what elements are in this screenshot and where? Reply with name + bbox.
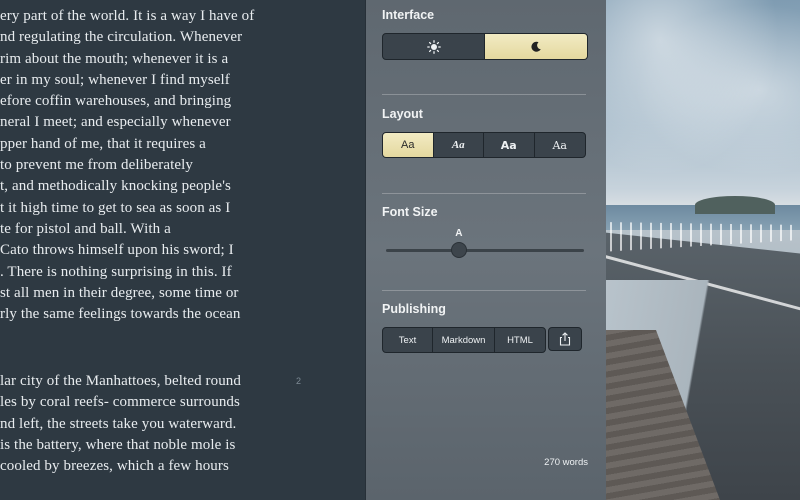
editor-line: nd left, the streets take you waterward.	[0, 415, 237, 432]
editor-line: Cato throws himself upon his sword; I	[0, 242, 234, 259]
editor-paragraph-1: ery part of the world. It is a way I hav…	[0, 6, 366, 325]
divider	[382, 290, 586, 291]
editor-line: to prevent me from deliberately	[0, 157, 194, 174]
interface-toggle	[382, 33, 588, 60]
interface-section-title: Interface	[382, 8, 435, 22]
editor-line: rim about the mouth; whenever it is a	[0, 50, 229, 67]
editor-line: ery part of the world. It is a way I hav…	[0, 8, 255, 24]
font-size-slider-knob[interactable]	[451, 242, 468, 258]
editor-line: te for pistol and ball. With a	[0, 220, 171, 237]
layout-section-title: Layout	[382, 107, 423, 121]
editor-line: lar city of the Manhattoes, belted round	[0, 373, 242, 389]
editor-line: . There is nothing surprising in this. I…	[0, 263, 232, 280]
editor-line: t, and methodically knocking people's	[0, 178, 231, 195]
editor-text-area[interactable]: ery part of the world. It is a way I hav…	[0, 0, 366, 500]
light-mode-button[interactable]	[383, 34, 485, 59]
font-size-slider-track[interactable]	[386, 249, 584, 252]
editor-line: efore coffin warehouses, and bringing	[0, 93, 232, 110]
editor-line: cooled by breezes, which a few hours	[0, 458, 229, 475]
share-icon	[559, 332, 571, 346]
editor-line: pper hand of me, that it requires a	[0, 135, 206, 152]
layout-option-4[interactable]: Aa	[535, 133, 586, 157]
publish-html-button[interactable]: HTML	[495, 328, 545, 352]
dark-mode-button[interactable]	[485, 34, 587, 59]
layout-option-1[interactable]: Aa	[383, 133, 434, 157]
publish-markdown-button[interactable]: Markdown	[433, 328, 495, 352]
editor-line: rly the same feelings towards the ocean	[0, 306, 241, 323]
editor-line: t it high time to get to sea as soon as …	[0, 199, 231, 216]
publish-text-button[interactable]: Text	[383, 328, 433, 352]
editor-paragraph-2: lar city of the Manhattoes, belted round…	[0, 371, 366, 477]
layout-font-picker: Aa Aa Aa Aa	[382, 132, 586, 158]
divider	[382, 94, 586, 95]
publishing-format-group: Text Markdown HTML	[382, 327, 546, 353]
font-size-section-title: Font Size	[382, 205, 438, 219]
editor-line: er in my soul; whenever I find myself	[0, 71, 230, 88]
background-photo	[600, 0, 800, 500]
editor-line: is the battery, where that noble mole is	[0, 436, 236, 453]
editor-line: st all men in their degree, some time or	[0, 284, 239, 301]
editor-line: neral I meet; and especially whenever	[0, 114, 231, 131]
editor-line: nd regulating the circulation. Whenever	[0, 29, 243, 46]
publishing-section-title: Publishing	[382, 302, 446, 316]
layout-option-3[interactable]: Aa	[484, 133, 535, 157]
moon-icon	[531, 41, 541, 52]
editor-line: les by coral reefs- commerce surrounds	[0, 394, 240, 411]
word-count: 270 words	[544, 457, 588, 468]
sun-icon	[426, 39, 441, 54]
divider	[382, 193, 586, 194]
layout-option-2[interactable]: Aa	[434, 133, 484, 157]
preferences-panel: Interface Layout Aa Aa Aa Aa Font Size A…	[366, 0, 606, 500]
font-size-marker: A	[455, 228, 463, 239]
share-button[interactable]	[548, 327, 582, 351]
paragraph-number: 2	[296, 376, 302, 386]
